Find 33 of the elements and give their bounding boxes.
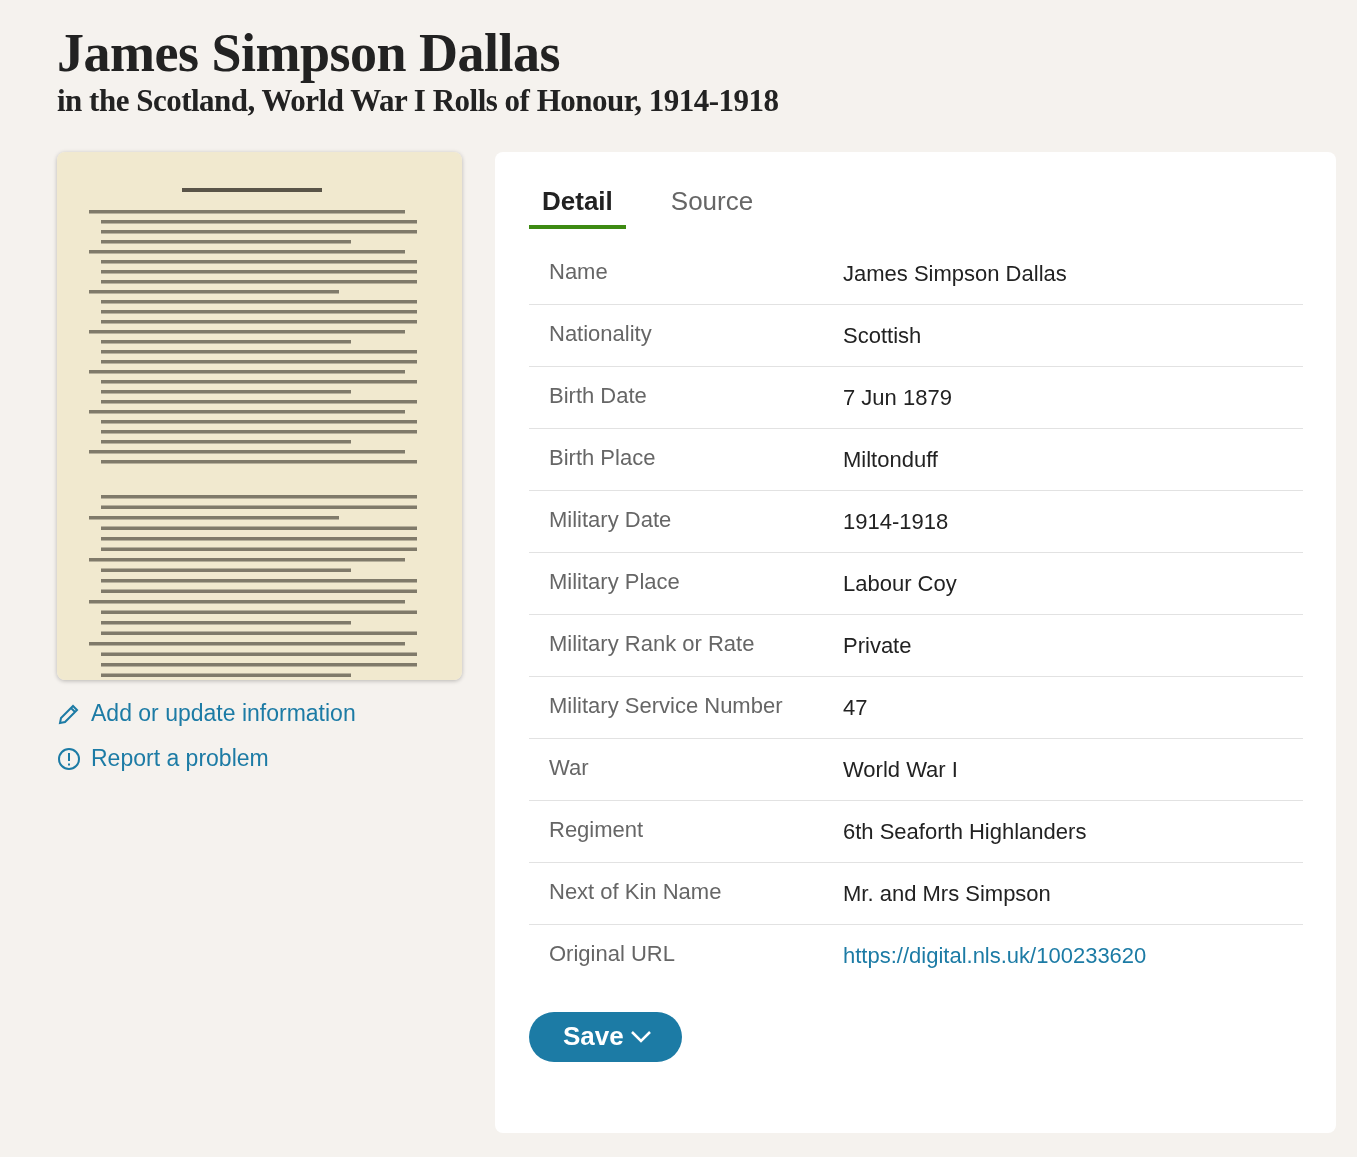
field-label: Nationality: [549, 320, 653, 348]
field-label: Birth Place: [549, 444, 657, 472]
field-label: Name: [549, 258, 609, 286]
field-value: Private: [843, 632, 913, 660]
field-value: World War I: [843, 756, 959, 784]
field-value: 1914-1918: [843, 508, 950, 536]
field-label: Regiment: [549, 816, 645, 844]
field-value: James Simpson Dallas: [843, 260, 1068, 288]
tab[interactable]: Detail: [529, 182, 626, 229]
field-label: Military Place: [549, 568, 681, 596]
field-label: Military Date: [549, 506, 673, 534]
field-value: 47: [843, 694, 869, 722]
url-link[interactable]: https://digital.nls.uk/100233620: [843, 941, 1303, 970]
field-label: Next of Kin Name: [549, 878, 723, 906]
field-value: 6th Seaforth Highlanders: [843, 818, 1088, 846]
field-label: Original URL: [549, 940, 676, 968]
chevron-down-icon: [629, 1029, 652, 1044]
alert-icon: [57, 746, 81, 771]
field-value: Miltonduff: [843, 446, 939, 474]
field-value: 7 Jun 1879: [843, 384, 953, 412]
field-label: Birth Date: [549, 382, 648, 410]
page-subtitle: in the Scotland, World War I Rolls of Honour, 1914-1918: [57, 84, 780, 118]
field-value: Scottish: [843, 322, 923, 350]
page-title: James Simpson Dallas: [57, 22, 562, 84]
field-label: Military Service Number: [549, 692, 784, 720]
field-value: Labour Coy: [843, 570, 958, 598]
report-problem-link[interactable]: Report a problem: [57, 745, 462, 772]
field-label: Military Rank or Rate: [549, 630, 756, 658]
field-value: Mr. and Mrs Simpson: [843, 880, 1052, 908]
tab[interactable]: Source: [657, 182, 767, 229]
add-information-link[interactable]: Add or update information: [57, 700, 462, 727]
save-button[interactable]: Save: [529, 1012, 682, 1062]
field-label: War: [549, 754, 590, 782]
